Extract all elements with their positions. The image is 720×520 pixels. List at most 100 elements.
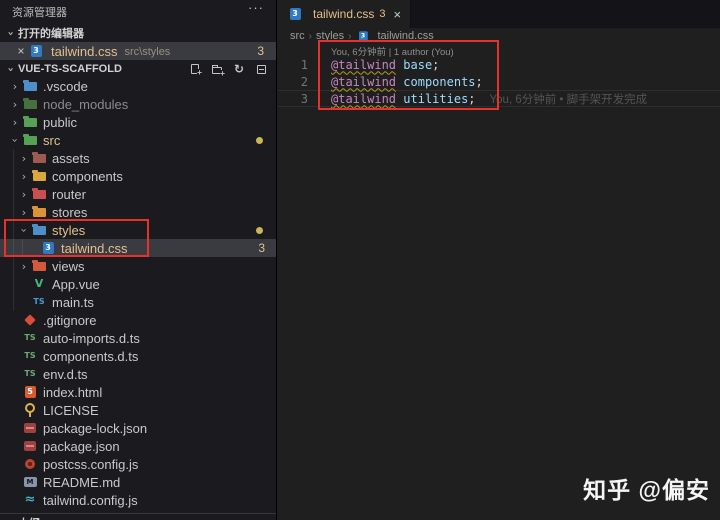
tree-item-src[interactable]: › src: [0, 131, 276, 149]
breadcrumb-styles[interactable]: styles: [316, 30, 344, 42]
tree-item-views[interactable]: › views: [0, 257, 276, 275]
tree-item-tailwind.css[interactable]: tailwind.css 3: [0, 239, 276, 257]
tree-item-stores[interactable]: › stores: [0, 203, 276, 221]
close-icon[interactable]: ×: [14, 44, 28, 58]
workspace-section-header[interactable]: › VUE-TS-SCAFFOLD ↻: [0, 60, 276, 78]
directive-value: base: [403, 57, 433, 72]
tree-item-label: assets: [52, 150, 90, 166]
tree-item-node_modules[interactable]: › node_modules: [0, 95, 276, 113]
explorer-title: 资源管理器: [12, 7, 67, 19]
code-line-2[interactable]: 2 @tailwind components;: [278, 73, 720, 90]
chevron-down-icon[interactable]: ›: [9, 133, 22, 147]
tree-item-label: src: [43, 132, 61, 148]
css3-file-icon: [357, 30, 370, 43]
tree-item-index.html[interactable]: index.html: [0, 383, 276, 401]
semicolon: ;: [475, 74, 483, 89]
chevron-right-icon: ›: [348, 30, 352, 42]
tree-item-label: LICENSE: [43, 402, 99, 418]
line-number: 2: [300, 74, 308, 89]
breadcrumb: src › styles › tailwind.css: [278, 28, 720, 44]
tree-item-tailwind.config.js[interactable]: tailwind.config.js: [0, 491, 276, 509]
tree-item-public[interactable]: › public: [0, 113, 276, 131]
explorer-sidebar: 资源管理器 ··· › 打开的编辑器 × tailwind.css src\st…: [0, 0, 277, 520]
tab-tailwind-css[interactable]: tailwind.css 3 ×: [278, 0, 412, 28]
tree-item-router[interactable]: › router: [0, 185, 276, 203]
line-number: 3: [300, 91, 308, 106]
indent-guide: [22, 239, 23, 257]
tree-item-label: styles: [52, 222, 86, 238]
more-actions-icon[interactable]: ···: [248, 0, 264, 15]
chevron-right-icon[interactable]: ›: [17, 206, 31, 219]
tree-item-App.vue[interactable]: App.vue: [0, 275, 276, 293]
chevron-right-icon: ›: [4, 517, 18, 520]
css3-file-icon: [287, 6, 303, 22]
tree-item-label: README.md: [43, 474, 121, 490]
chevron-right-icon[interactable]: ›: [8, 80, 22, 93]
code-line-3[interactable]: 3 @tailwind utilities; You, 6分钟前 • 脚手架开发…: [278, 90, 720, 107]
chevron-down-icon: ›: [4, 66, 18, 72]
tree-item-label: node_modules: [43, 96, 129, 112]
close-icon[interactable]: ×: [393, 7, 401, 22]
vscode-window: 资源管理器 ··· › 打开的编辑器 × tailwind.css src\st…: [0, 0, 720, 520]
new-folder-icon[interactable]: [210, 62, 225, 78]
postcss-file-icon: [22, 456, 38, 472]
license-file-icon: [22, 402, 38, 418]
explorer-actions: ↻: [188, 62, 268, 78]
collapse-all-icon[interactable]: [254, 62, 268, 76]
chevron-right-icon[interactable]: ›: [17, 260, 31, 273]
css3-file-icon: [28, 43, 44, 59]
breadcrumb-tailwind-css[interactable]: tailwind.css: [377, 30, 433, 42]
html-file-icon: [22, 384, 38, 400]
new-file-icon[interactable]: [188, 62, 202, 77]
tree-item-label: App.vue: [52, 276, 100, 292]
open-editors-section-header[interactable]: › 打开的编辑器: [0, 24, 276, 42]
open-editor-item-tailwind-css[interactable]: × tailwind.css src\styles 3: [0, 42, 276, 60]
tree-item-.vscode[interactable]: › .vscode: [0, 77, 276, 95]
chevron-right-icon[interactable]: ›: [17, 188, 31, 201]
tree-item-styles[interactable]: › styles: [0, 221, 276, 239]
breadcrumb-src[interactable]: src: [290, 30, 305, 42]
tree-item-label: components.d.ts: [43, 348, 139, 364]
tree-item-LICENSE[interactable]: LICENSE: [0, 401, 276, 419]
npm-file-icon: [22, 438, 38, 454]
ts-blue-file-icon: [31, 294, 47, 310]
refresh-icon[interactable]: ↻: [232, 62, 246, 76]
tree-item-label: router: [52, 186, 86, 202]
chevron-right-icon[interactable]: ›: [8, 98, 22, 111]
chevron-right-icon[interactable]: ›: [17, 152, 31, 165]
tree-item-label: views: [52, 258, 85, 274]
code-line-1[interactable]: 1 @tailwind base;: [278, 56, 720, 73]
tree-item-postcss.config.js[interactable]: postcss.config.js: [0, 455, 276, 473]
tree-item-main.ts[interactable]: main.ts: [0, 293, 276, 311]
chevron-right-icon: ›: [308, 30, 313, 42]
codelens-blame-summary[interactable]: You, 6分钟前 | 1 author (You): [278, 44, 720, 58]
tree-item-assets[interactable]: › assets: [0, 149, 276, 167]
chevron-right-icon[interactable]: ›: [17, 170, 31, 183]
git-file-icon: [22, 312, 38, 328]
tree-item-label: tailwind.css: [61, 240, 128, 256]
tree-item-components[interactable]: › components: [0, 167, 276, 185]
tree-item-label: auto-imports.d.ts: [43, 330, 140, 346]
tree-item-package.json[interactable]: package.json: [0, 437, 276, 455]
problems-badge: 3: [258, 241, 265, 255]
modified-dot-badge: [256, 136, 263, 144]
npm-file-icon: [22, 420, 38, 436]
tree-item-label: package.json: [43, 438, 120, 454]
tree-item-.gitignore[interactable]: .gitignore: [0, 311, 276, 329]
code-area[interactable]: You, 6分钟前 | 1 author (You) 1 @tailwind b…: [278, 44, 720, 107]
gitlens-inline-blame: You, 6分钟前 • 脚手架开发完成: [489, 93, 648, 106]
markdown-file-icon: [22, 474, 38, 490]
open-editors-label: 打开的编辑器: [18, 28, 84, 40]
tree-item-README.md[interactable]: README.md: [0, 473, 276, 491]
outline-section[interactable]: › 大纲: [0, 513, 276, 520]
folder-icon: [31, 258, 47, 274]
tree-item-package-lock.json[interactable]: package-lock.json: [0, 419, 276, 437]
chevron-down-icon: ›: [4, 30, 18, 36]
tree-item-label: components: [52, 168, 123, 184]
workspace-label: VUE-TS-SCAFFOLD: [18, 63, 122, 75]
tree-item-components.d.ts[interactable]: components.d.ts: [0, 347, 276, 365]
chevron-right-icon[interactable]: ›: [8, 116, 22, 129]
tree-item-auto-imports.d.ts[interactable]: auto-imports.d.ts: [0, 329, 276, 347]
chevron-down-icon[interactable]: ›: [18, 223, 31, 237]
tree-item-env.d.ts[interactable]: env.d.ts: [0, 365, 276, 383]
